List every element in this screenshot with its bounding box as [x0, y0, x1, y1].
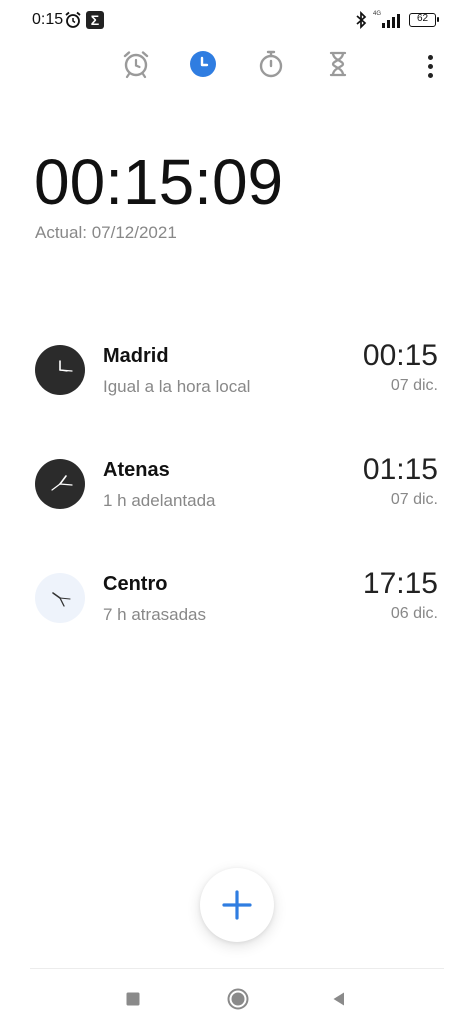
more-icon-dot — [427, 72, 433, 78]
status-time: 0:15 — [32, 11, 64, 28]
more-icon-dot — [427, 63, 433, 69]
battery-level: 62 — [416, 13, 429, 24]
bluetooth-icon — [356, 11, 367, 29]
world-clock-row[interactable]: Madrid Igual a la hora local 00:15 07 di… — [0, 333, 474, 413]
city-date: 07 dic. — [390, 377, 438, 394]
alarm-status-icon — [65, 11, 81, 28]
stopwatch-icon — [259, 50, 283, 78]
add-city-button[interactable] — [200, 868, 274, 942]
clock-face-icon — [52, 592, 71, 607]
nav-divider — [30, 968, 444, 969]
city-time: 01:15 — [362, 453, 438, 486]
more-options-button[interactable] — [418, 51, 442, 81]
plus-icon — [222, 890, 252, 920]
clock-face-icon — [51, 475, 73, 491]
battery-icon: 62 — [409, 13, 439, 27]
circle-icon — [227, 988, 249, 1010]
city-name: Centro — [103, 573, 168, 595]
time-offset: Igual a la hora local — [103, 377, 251, 396]
alarm-clock-icon — [123, 51, 149, 79]
tab-clock[interactable] — [185, 46, 221, 82]
home-button[interactable] — [226, 985, 250, 1013]
current-date: Actual: 07/12/2021 — [35, 223, 177, 242]
city-name: Atenas — [103, 459, 170, 481]
clock-icon — [190, 51, 216, 77]
recent-apps-button[interactable] — [124, 985, 142, 1013]
world-clock-row[interactable]: Centro 7 h atrasadas 17:15 06 dic. — [0, 561, 474, 641]
tab-timer[interactable] — [320, 46, 356, 82]
world-clock-row[interactable]: Atenas 1 h adelantada 01:15 07 dic. — [0, 447, 474, 527]
hourglass-icon — [329, 51, 347, 77]
current-time: 00:15:09 — [34, 146, 284, 218]
city-time: 00:15 — [362, 339, 438, 372]
city-date: 07 dic. — [390, 491, 438, 508]
city-date: 06 dic. — [390, 605, 438, 622]
city-time: 17:15 — [362, 567, 438, 600]
status-bar: 0:15 Σ 4G 62 — [0, 0, 474, 40]
city-name: Madrid — [103, 345, 169, 367]
analog-clock-face — [35, 573, 85, 623]
tab-bar — [0, 46, 474, 84]
analog-clock-face — [35, 459, 85, 509]
network-type: 4G — [373, 11, 382, 17]
back-triangle-icon — [333, 992, 344, 1006]
tab-alarm[interactable] — [118, 46, 154, 82]
back-button[interactable] — [330, 985, 348, 1013]
square-icon — [126, 992, 140, 1006]
signal-icon — [382, 14, 400, 28]
time-offset: 1 h adelantada — [103, 491, 216, 510]
app-notification-icon: Σ — [86, 11, 104, 29]
analog-clock-face — [35, 345, 85, 395]
time-offset: 7 h atrasadas — [103, 605, 207, 624]
more-icon-dot — [427, 54, 433, 60]
tab-stopwatch[interactable] — [253, 46, 289, 82]
clock-face-icon — [59, 360, 73, 372]
